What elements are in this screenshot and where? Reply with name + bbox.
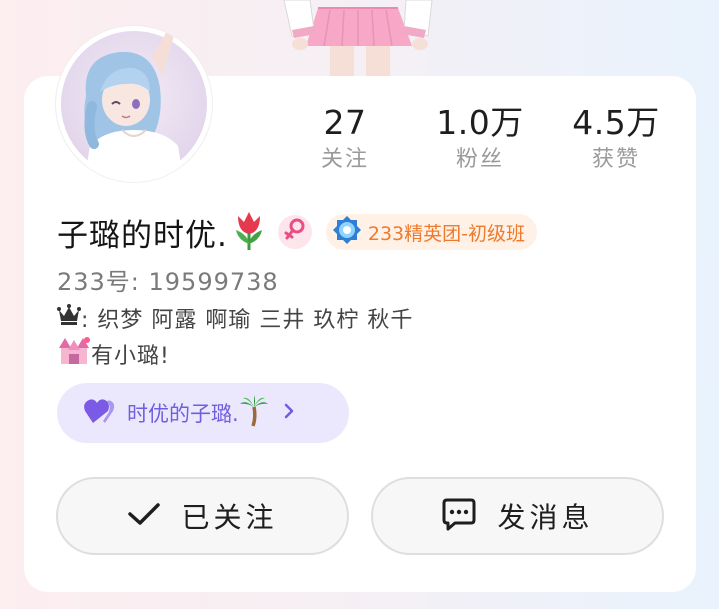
bio-line-2: 有小璐! [57,336,170,372]
tulip-icon [232,210,266,254]
purple-heart-icon [83,397,117,429]
stat-likes-label: 获赞 [591,147,640,172]
bio-line-1-text: : 织梦 阿露 啊瑜 三井 玖柠 秋千 [81,308,414,333]
gender-badge [277,215,312,249]
bio-line-1: : 织梦 阿露 啊瑜 三井 玖柠 秋千 [57,302,413,334]
palm-tree-icon [239,395,269,431]
level-badge-text: 233精英团-初级班 [367,222,525,245]
check-icon [127,501,161,531]
following-button-label: 已关注 [181,501,278,534]
profile-stats: 27 关注 1.0万 粉丝 4.5万 获赞 [300,102,680,182]
stat-following[interactable]: 27 关注 [285,102,405,176]
send-message-button-label: 发消息 [497,501,594,534]
name-row: 子璐的时优. 233精英团-初级班 [57,210,537,254]
stat-likes[interactable]: 4.5万 获赞 [556,102,676,176]
stat-followers-value: 1.0万 [436,103,524,142]
avatar[interactable] [56,26,212,182]
profile-background-figure [280,0,440,78]
chevron-right-icon [283,402,295,424]
stat-likes-value: 4.5万 [572,103,660,142]
following-button[interactable]: 已关注 [56,477,349,555]
blue-gem-medal-icon [332,215,362,249]
stat-followers-label: 粉丝 [455,147,504,172]
chat-bubble-icon [441,496,477,536]
username: 子璐的时优. [57,217,228,254]
user-id: 233号: 19599738 [57,268,279,296]
stat-following-label: 关注 [320,147,369,172]
female-symbol-icon [284,218,306,246]
castle-icon [57,336,91,372]
crown-icon [57,304,81,332]
bio-line-2-text: 有小璐! [91,344,170,369]
fan-group-label: 时优的子璐. [127,402,239,426]
fan-group-button[interactable]: 时优的子璐. [57,383,349,443]
stat-following-value: 27 [323,103,367,142]
stat-followers[interactable]: 1.0万 粉丝 [420,102,540,176]
level-badge[interactable]: 233精英团-初级班 [325,214,537,250]
send-message-button[interactable]: 发消息 [371,477,664,555]
